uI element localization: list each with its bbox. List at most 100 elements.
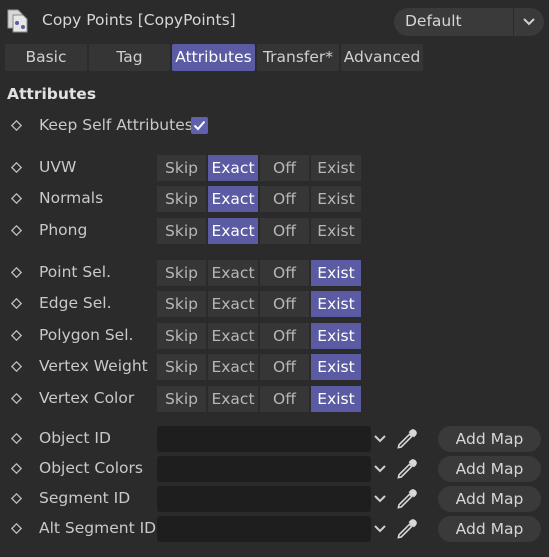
mode-skip-button[interactable]: Skip [157,155,206,181]
copy-points-object-icon[interactable] [5,8,31,34]
preset-value: Default [405,12,462,30]
eyedropper-icon[interactable] [395,487,419,511]
mode-exact-button[interactable]: Exact [208,186,258,212]
chevron-down-icon[interactable] [374,465,386,473]
map-link-field[interactable] [157,426,371,452]
preset-dropdown[interactable]: Default [394,8,544,36]
keyframe-diamond-icon[interactable] [11,433,22,444]
keyframe-diamond-icon[interactable] [11,225,22,236]
mode-skip-button[interactable]: Skip [157,260,206,286]
attribute-row: Phong Skip Exact Off Exist [0,218,549,244]
tab-transfer[interactable]: Transfer* [257,44,339,71]
mode-skip-button[interactable]: Skip [157,291,206,317]
eyedropper-icon[interactable] [395,517,419,541]
keyframe-diamond-icon[interactable] [11,162,22,173]
mode-off-button[interactable]: Off [260,260,309,286]
mode-exist-button[interactable]: Exist [311,155,361,181]
attribute-label: Edge Sel. [39,294,112,312]
map-link-field[interactable] [157,516,371,542]
attribute-label: UVW [39,158,77,176]
attribute-row: UVW Skip Exact Off Exist [0,155,549,181]
mode-exact-button[interactable]: Exact [208,354,258,380]
keyframe-diamond-icon[interactable] [11,298,22,309]
object-title: Copy Points [CopyPoints] [42,11,236,29]
mode-exist-button[interactable]: Exist [311,186,361,212]
mode-exact-button[interactable]: Exact [208,291,258,317]
keyframe-diamond-icon[interactable] [11,523,22,534]
map-link-field[interactable] [157,456,371,482]
keep-self-attributes-checkbox[interactable] [191,117,208,134]
mode-skip-button[interactable]: Skip [157,386,206,412]
map-row: Object Colors Add Map [0,456,549,482]
attribute-row: Polygon Sel. Skip Exact Off Exist [0,323,549,349]
chevron-down-icon[interactable] [374,495,386,503]
chevron-down-icon[interactable] [374,525,386,533]
keyframe-diamond-icon[interactable] [11,361,22,372]
mode-off-button[interactable]: Off [260,354,309,380]
mode-skip-button[interactable]: Skip [157,323,206,349]
attribute-label: Polygon Sel. [39,326,134,344]
map-label: Object Colors [39,459,143,477]
keyframe-diamond-icon[interactable] [11,120,22,131]
eyedropper-icon[interactable] [395,427,419,451]
mode-off-button[interactable]: Off [260,186,309,212]
mode-off-button[interactable]: Off [260,155,309,181]
mode-segmented-control: Skip Exact Off Exist [157,354,361,380]
add-map-button[interactable]: Add Map [438,516,541,542]
map-label: Alt Segment ID [39,519,157,537]
mode-segmented-control: Skip Exact Off Exist [157,386,361,412]
tab-attributes[interactable]: Attributes [172,44,255,71]
mode-exist-button[interactable]: Exist [311,354,361,380]
keep-self-attributes-row: Keep Self Attributes [0,113,549,139]
attribute-label: Vertex Color [39,389,135,407]
keyframe-diamond-icon[interactable] [11,393,22,404]
mode-exist-button[interactable]: Exist [311,291,361,317]
mode-skip-button[interactable]: Skip [157,354,206,380]
mode-exist-button[interactable]: Exist [311,386,361,412]
keyframe-diamond-icon[interactable] [11,267,22,278]
add-map-button[interactable]: Add Map [438,456,541,482]
mode-segmented-control: Skip Exact Off Exist [157,218,361,244]
mode-off-button[interactable]: Off [260,386,309,412]
keyframe-diamond-icon[interactable] [11,493,22,504]
map-row: Object ID Add Map [0,426,549,452]
keyframe-diamond-icon[interactable] [11,193,22,204]
attribute-row: Vertex Color Skip Exact Off Exist [0,386,549,412]
tab-tag[interactable]: Tag [89,44,170,71]
attribute-row: Normals Skip Exact Off Exist [0,186,549,212]
mode-skip-button[interactable]: Skip [157,218,206,244]
mode-exact-button[interactable]: Exact [208,260,258,286]
mode-exact-button[interactable]: Exact [208,155,258,181]
mode-segmented-control: Skip Exact Off Exist [157,323,361,349]
mode-off-button[interactable]: Off [260,323,309,349]
mode-off-button[interactable]: Off [260,218,309,244]
attribute-row: Edge Sel. Skip Exact Off Exist [0,291,549,317]
keyframe-diamond-icon[interactable] [11,463,22,474]
mode-exist-button[interactable]: Exist [311,323,361,349]
checkmark-icon [193,120,206,131]
add-map-button[interactable]: Add Map [438,426,541,452]
attribute-row: Point Sel. Skip Exact Off Exist [0,260,549,286]
mode-exact-button[interactable]: Exact [208,218,258,244]
add-map-button[interactable]: Add Map [438,486,541,512]
mode-segmented-control: Skip Exact Off Exist [157,186,361,212]
map-link-field[interactable] [157,486,371,512]
mode-exist-button[interactable]: Exist [311,218,361,244]
chevron-down-icon [523,18,535,26]
map-label: Segment ID [39,489,131,507]
eyedropper-icon[interactable] [395,457,419,481]
keyframe-diamond-icon[interactable] [11,330,22,341]
mode-off-button[interactable]: Off [260,291,309,317]
mode-skip-button[interactable]: Skip [157,186,206,212]
tab-basic[interactable]: Basic [5,44,87,71]
mode-exist-button[interactable]: Exist [311,260,361,286]
mode-segmented-control: Skip Exact Off Exist [157,155,361,181]
attribute-label: Phong [39,221,88,239]
mode-exact-button[interactable]: Exact [208,386,258,412]
tab-advanced[interactable]: Advanced [341,44,423,71]
mode-exact-button[interactable]: Exact [208,323,258,349]
chevron-down-icon[interactable] [374,435,386,443]
preset-dropdown-toggle[interactable] [513,8,545,36]
mode-segmented-control: Skip Exact Off Exist [157,291,361,317]
attribute-manager-header: Copy Points [CopyPoints] Default [0,0,549,42]
